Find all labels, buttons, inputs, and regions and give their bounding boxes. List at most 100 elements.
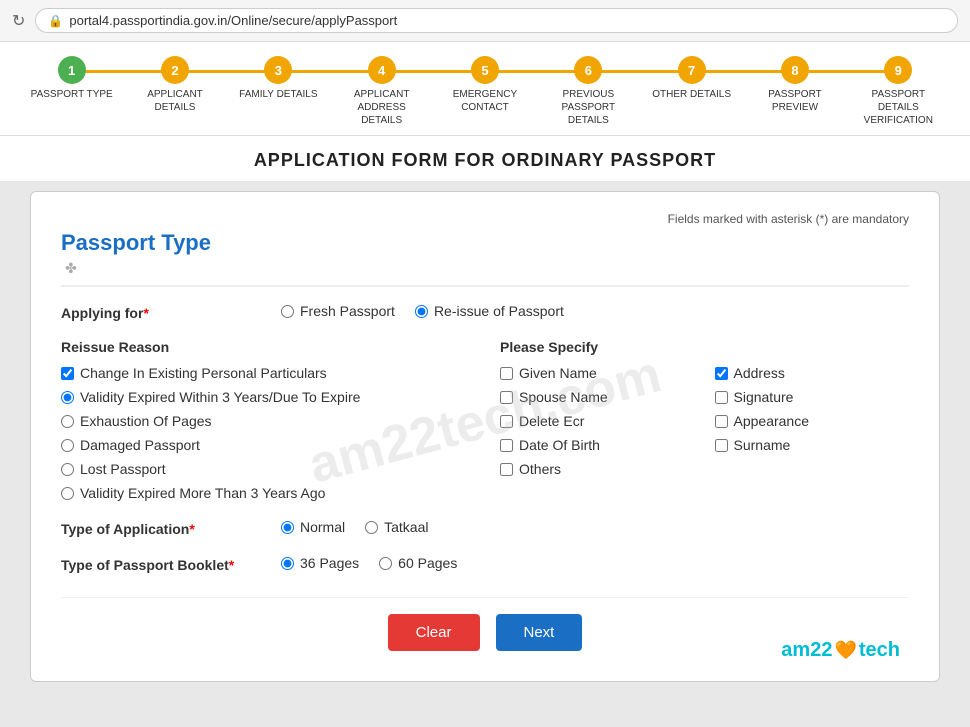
step-circle-9: 9	[884, 56, 912, 84]
step-8[interactable]: 8 PASSPORT PREVIEW	[743, 56, 846, 114]
specify-dob-label: Date Of Birth	[519, 437, 600, 453]
step-7[interactable]: 7 OTHER DETAILS	[640, 56, 743, 101]
applying-for-row: Applying for* Fresh Passport Re-issue of…	[61, 303, 909, 321]
refresh-icon[interactable]: ↻	[12, 11, 25, 31]
section-heading: Passport Type	[61, 230, 909, 256]
step-2[interactable]: 2 APPLICANT DETAILS	[123, 56, 226, 114]
booklet-type-row: Type of Passport Booklet* 36 Pages 60 Pa…	[61, 555, 909, 573]
specify-signature-option[interactable]: Signature	[715, 389, 910, 405]
specify-signature-checkbox[interactable]	[715, 391, 728, 404]
step-label-2: APPLICANT DETAILS	[130, 88, 220, 114]
fresh-passport-option[interactable]: Fresh Passport	[281, 303, 395, 319]
36-pages-option[interactable]: 36 Pages	[281, 555, 359, 571]
normal-radio[interactable]	[281, 521, 294, 534]
step-label-1: PASSPORT TYPE	[31, 88, 113, 101]
applying-for-label: Applying for*	[61, 303, 281, 321]
step-6[interactable]: 6 PREVIOUS PASSPORT DETAILS	[537, 56, 640, 127]
step-label-3: FAMILY DETAILS	[239, 88, 317, 101]
reissue-passport-option[interactable]: Re-issue of Passport	[415, 303, 564, 319]
specify-address-checkbox[interactable]	[715, 367, 728, 380]
specify-dob-checkbox[interactable]	[500, 439, 513, 452]
reissue-damaged-radio[interactable]	[61, 439, 74, 452]
specify-appearance-checkbox[interactable]	[715, 415, 728, 428]
specify-delete-ecr-label: Delete Ecr	[519, 413, 584, 429]
step-label-9: PASSPORT DETAILS VERIFICATION	[853, 88, 943, 127]
60-pages-option[interactable]: 60 Pages	[379, 555, 457, 571]
step-3[interactable]: 3 FAMILY DETAILS	[227, 56, 330, 101]
specify-delete-ecr-option[interactable]: Delete Ecr	[500, 413, 695, 429]
reissue-change-option[interactable]: Change In Existing Personal Particulars	[61, 365, 470, 381]
reissue-exhaustion-option[interactable]: Exhaustion Of Pages	[61, 413, 470, 429]
booklet-type-options: 36 Pages 60 Pages	[281, 555, 457, 571]
fresh-passport-label: Fresh Passport	[300, 303, 395, 319]
please-specify-list: Given Name Address Spouse Name	[500, 365, 909, 477]
reissue-passport-radio[interactable]	[415, 305, 428, 318]
lock-icon: 🔒	[48, 14, 63, 28]
specify-surname-checkbox[interactable]	[715, 439, 728, 452]
url-bar[interactable]: 🔒 portal4.passportindia.gov.in/Online/se…	[35, 8, 958, 33]
specify-surname-label: Surname	[734, 437, 791, 453]
specify-address-option[interactable]: Address	[715, 365, 910, 381]
step-circle-7: 7	[678, 56, 706, 84]
tatkaal-label: Tatkaal	[384, 519, 428, 535]
specify-others-label: Others	[519, 461, 561, 477]
reissue-damaged-label: Damaged Passport	[80, 437, 200, 453]
specify-appearance-option[interactable]: Appearance	[715, 413, 910, 429]
reissue-passport-label: Re-issue of Passport	[434, 303, 564, 319]
step-9[interactable]: 9 PASSPORT DETAILS VERIFICATION	[847, 56, 950, 127]
clear-button[interactable]: Clear	[388, 614, 480, 651]
section-divider	[61, 285, 909, 287]
specify-spouse-name-option[interactable]: Spouse Name	[500, 389, 695, 405]
compass-icon: ✤	[65, 260, 909, 277]
step-circle-2: 2	[161, 56, 189, 84]
tatkaal-option[interactable]: Tatkaal	[365, 519, 428, 535]
branding-text2: tech	[859, 639, 900, 662]
please-specify-title: Please Specify	[500, 339, 909, 355]
browser-bar: ↻ 🔒 portal4.passportindia.gov.in/Online/…	[0, 0, 970, 42]
reissue-exhaustion-radio[interactable]	[61, 415, 74, 428]
specify-others-option[interactable]: Others	[500, 461, 695, 477]
step-circle-6: 6	[574, 56, 602, 84]
60-pages-radio[interactable]	[379, 557, 392, 570]
step-label-5: EMERGENCY CONTACT	[440, 88, 530, 114]
reissue-validity3plus-radio[interactable]	[61, 487, 74, 500]
specify-delete-ecr-checkbox[interactable]	[500, 415, 513, 428]
branding-emoji: 🧡	[834, 640, 856, 661]
specify-address-label: Address	[734, 365, 785, 381]
specify-surname-option[interactable]: Surname	[715, 437, 910, 453]
reissue-reason-title: Reissue Reason	[61, 339, 470, 355]
reissue-lost-radio[interactable]	[61, 463, 74, 476]
step-label-4: APPLICANT ADDRESS DETAILS	[337, 88, 427, 127]
specify-spouse-name-checkbox[interactable]	[500, 391, 513, 404]
reissue-change-checkbox[interactable]	[61, 367, 74, 380]
reissue-validity3-radio[interactable]	[61, 391, 74, 404]
fresh-passport-radio[interactable]	[281, 305, 294, 318]
step-circle-1: 1	[58, 56, 86, 84]
booklet-type-label: Type of Passport Booklet*	[61, 555, 281, 573]
reissue-lost-label: Lost Passport	[80, 461, 166, 477]
next-button[interactable]: Next	[496, 614, 583, 651]
specify-given-name-option[interactable]: Given Name	[500, 365, 695, 381]
progress-bar: 1 PASSPORT TYPE 2 APPLICANT DETAILS 3 FA…	[0, 42, 970, 135]
step-circle-3: 3	[264, 56, 292, 84]
specify-signature-label: Signature	[734, 389, 794, 405]
step-5[interactable]: 5 EMERGENCY CONTACT	[433, 56, 536, 114]
specify-others-checkbox[interactable]	[500, 463, 513, 476]
tatkaal-radio[interactable]	[365, 521, 378, 534]
normal-option[interactable]: Normal	[281, 519, 345, 535]
mandatory-note: Fields marked with asterisk (*) are mand…	[61, 212, 909, 226]
reissue-validity3plus-option[interactable]: Validity Expired More Than 3 Years Ago	[61, 485, 470, 501]
specify-given-name-checkbox[interactable]	[500, 367, 513, 380]
36-pages-radio[interactable]	[281, 557, 294, 570]
step-circle-5: 5	[471, 56, 499, 84]
step-4[interactable]: 4 APPLICANT ADDRESS DETAILS	[330, 56, 433, 127]
reissue-lost-option[interactable]: Lost Passport	[61, 461, 470, 477]
step-1[interactable]: 1 PASSPORT TYPE	[20, 56, 123, 101]
reissue-validity3-option[interactable]: Validity Expired Within 3 Years/Due To E…	[61, 389, 470, 405]
specify-dob-option[interactable]: Date Of Birth	[500, 437, 695, 453]
reissue-damaged-option[interactable]: Damaged Passport	[61, 437, 470, 453]
reissue-validity3-label: Validity Expired Within 3 Years/Due To E…	[80, 389, 360, 405]
form-container: Fields marked with asterisk (*) are mand…	[0, 181, 970, 702]
branding-text1: am22	[781, 639, 832, 662]
step-label-7: OTHER DETAILS	[652, 88, 731, 101]
